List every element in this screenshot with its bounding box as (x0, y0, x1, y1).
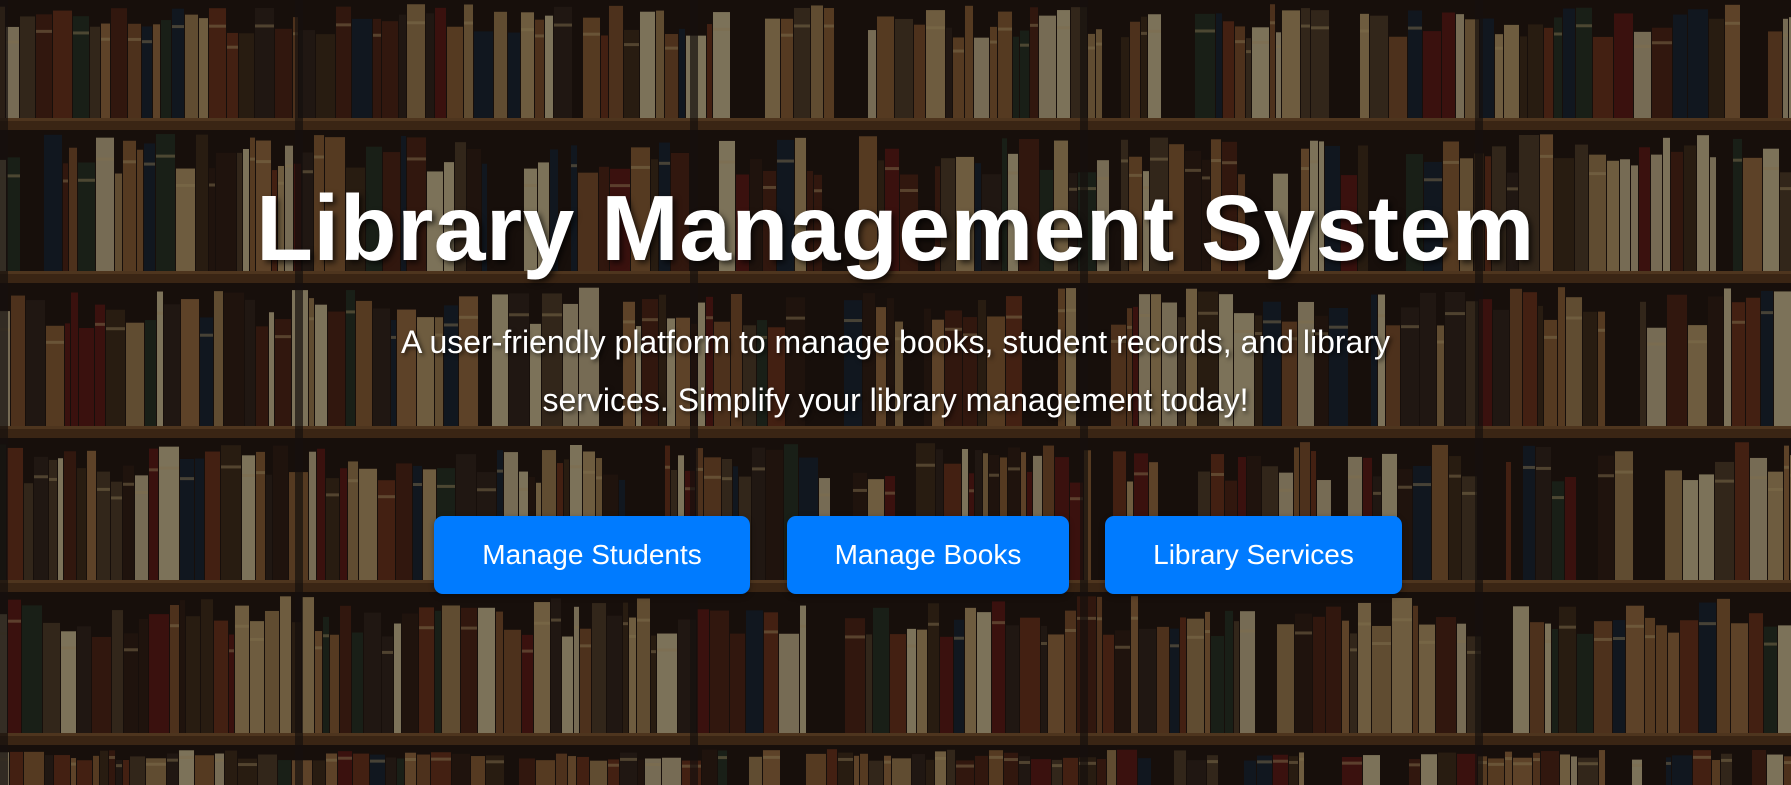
manage-students-button[interactable]: Manage Students (434, 516, 750, 594)
page-title: Library Management System (256, 176, 1535, 280)
manage-books-button[interactable]: Manage Books (787, 516, 1069, 594)
page-subtitle: A user-friendly platform to manage books… (401, 324, 1390, 418)
hero-section: Library Management System A user-friendl… (0, 0, 1791, 785)
library-services-button[interactable]: Library Services (1105, 516, 1402, 594)
hero-content: Library Management System A user-friendl… (0, 0, 1791, 785)
